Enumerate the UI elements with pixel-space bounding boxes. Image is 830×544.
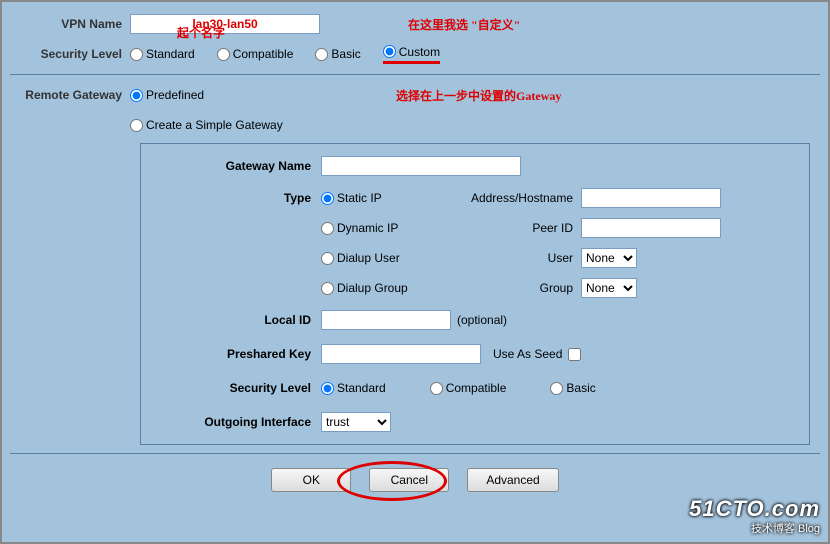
gateway-name-input[interactable] bbox=[321, 156, 521, 176]
button-row: OK Cancel Advanced bbox=[10, 468, 820, 492]
security-level-row: Security Level Standard Compatible Basic… bbox=[10, 42, 820, 66]
seclevel-basic[interactable]: Basic bbox=[315, 47, 360, 61]
rg-create-simple[interactable]: Create a Simple Gateway bbox=[130, 118, 283, 132]
addr-input[interactable] bbox=[581, 188, 721, 208]
watermark-line2: 技术博客 Blog bbox=[689, 523, 820, 536]
seclevel-standard[interactable]: Standard bbox=[130, 47, 195, 61]
localid-input[interactable] bbox=[321, 310, 451, 330]
g-seclevel-compatible[interactable]: Compatible bbox=[430, 381, 507, 395]
type-static-ip[interactable]: Static IP bbox=[321, 191, 447, 205]
peerid-input[interactable] bbox=[581, 218, 721, 238]
annotation-custom: 在这里我选 "自定义" bbox=[408, 16, 520, 33]
psk-input[interactable] bbox=[321, 344, 481, 364]
divider-2 bbox=[10, 453, 820, 454]
useseed-checkbox[interactable] bbox=[568, 348, 581, 361]
type-dialup-user[interactable]: Dialup User bbox=[321, 251, 447, 265]
useseed-label: Use As Seed bbox=[493, 347, 562, 361]
g-seclevel-basic[interactable]: Basic bbox=[550, 381, 595, 395]
vpn-name-row: VPN Name 起个名字 在这里我选 "自定义" bbox=[10, 12, 820, 36]
advanced-button[interactable]: Advanced bbox=[467, 468, 558, 492]
user-select[interactable]: None bbox=[581, 248, 637, 268]
optional-text: (optional) bbox=[457, 313, 507, 327]
group-select[interactable]: None bbox=[581, 278, 637, 298]
remote-gateway-row2: Create a Simple Gateway bbox=[10, 113, 820, 137]
seclevel-compatible[interactable]: Compatible bbox=[217, 47, 294, 61]
outiface-label: Outgoing Interface bbox=[151, 415, 321, 429]
addr-label: Address/Hostname bbox=[461, 191, 581, 205]
type-dialup-group[interactable]: Dialup Group bbox=[321, 281, 447, 295]
ok-button[interactable]: OK bbox=[271, 468, 351, 492]
gateway-name-label: Gateway Name bbox=[151, 159, 321, 173]
remote-gateway-label: Remote Gateway bbox=[10, 88, 130, 102]
vpn-name-label: VPN Name bbox=[10, 17, 130, 31]
cancel-button[interactable]: Cancel bbox=[369, 468, 449, 492]
watermark-line1: 51CTO.com bbox=[689, 496, 820, 522]
annotation-gateway: 选择在上一步中设置的Gateway bbox=[396, 87, 561, 104]
rg-predefined[interactable]: Predefined bbox=[130, 88, 204, 102]
group-label: Group bbox=[461, 281, 581, 295]
type-label: Type bbox=[151, 191, 321, 205]
type-grid: Type Static IP Address/Hostname Dynamic … bbox=[151, 188, 799, 298]
psk-label: Preshared Key bbox=[151, 347, 321, 361]
seclevel-custom[interactable]: Custom bbox=[383, 45, 440, 64]
watermark: 51CTO.com 技术博客 Blog bbox=[689, 496, 820, 536]
remote-gateway-row: Remote Gateway Predefined 选择在上一步中设置的Gate… bbox=[10, 83, 820, 107]
annotation-name: 起个名字 bbox=[177, 24, 225, 41]
user-label: User bbox=[461, 251, 581, 265]
outiface-select[interactable]: trust bbox=[321, 412, 391, 432]
divider-1 bbox=[10, 74, 820, 75]
gateway-config-box: Gateway Name Type Static IP Address/Host… bbox=[140, 143, 810, 445]
g-seclevel-label: Security Level bbox=[151, 381, 321, 395]
peerid-label: Peer ID bbox=[461, 221, 581, 235]
g-seclevel-standard[interactable]: Standard bbox=[321, 381, 386, 395]
type-dynamic-ip[interactable]: Dynamic IP bbox=[321, 221, 447, 235]
security-level-label: Security Level bbox=[10, 47, 130, 61]
localid-label: Local ID bbox=[151, 313, 321, 327]
